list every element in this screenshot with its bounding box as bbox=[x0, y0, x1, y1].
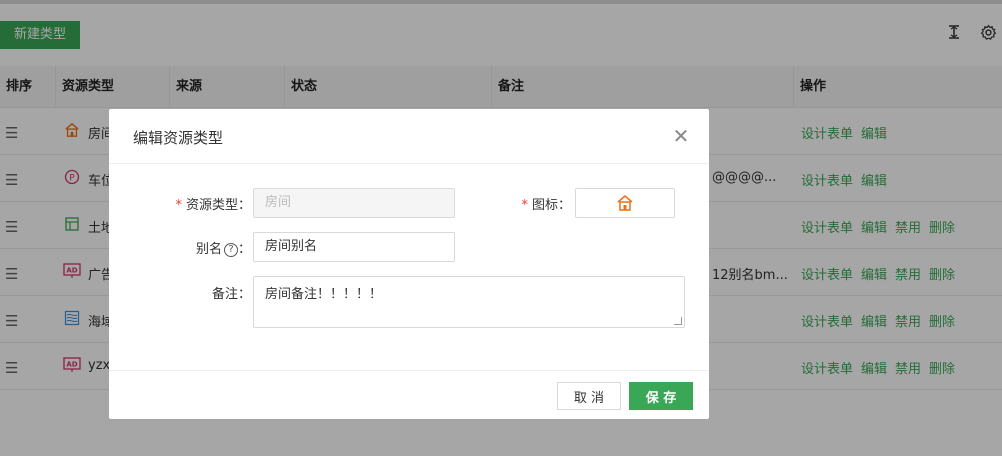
alias-input[interactable]: 房间别名 bbox=[253, 232, 455, 262]
icon-picker[interactable] bbox=[575, 188, 675, 218]
house-icon bbox=[616, 194, 634, 216]
dialog-title: 编辑资源类型 bbox=[133, 129, 224, 147]
note-textarea[interactable]: 房间备注！！！！！ bbox=[253, 276, 685, 328]
dialog-header: 编辑资源类型 ✕ bbox=[109, 109, 709, 164]
alias-label: 别名?： bbox=[195, 242, 251, 257]
save-button[interactable]: 保 存 bbox=[629, 382, 693, 410]
note-text: 房间备注！！！！！ bbox=[265, 287, 383, 302]
resize-grip-icon[interactable] bbox=[674, 317, 682, 325]
note-label: 备注： bbox=[211, 287, 251, 302]
cancel-button[interactable]: 取 消 bbox=[557, 382, 621, 410]
required-mark: * bbox=[521, 198, 528, 213]
required-mark: * bbox=[175, 198, 182, 213]
icon-label: * 图标： bbox=[521, 198, 571, 213]
resource-type-label: * 资源类型： bbox=[175, 198, 251, 213]
resource-type-input[interactable]: 房间 bbox=[253, 188, 455, 218]
close-icon[interactable]: ✕ bbox=[671, 124, 691, 148]
edit-resource-type-dialog: 编辑资源类型 ✕ * 资源类型： 房间 * 图标： 别名?： 房间别名 备注： 房间… bbox=[109, 109, 709, 419]
help-icon[interactable]: ? bbox=[223, 243, 238, 257]
dialog-footer: 取 消 保 存 bbox=[109, 370, 709, 419]
